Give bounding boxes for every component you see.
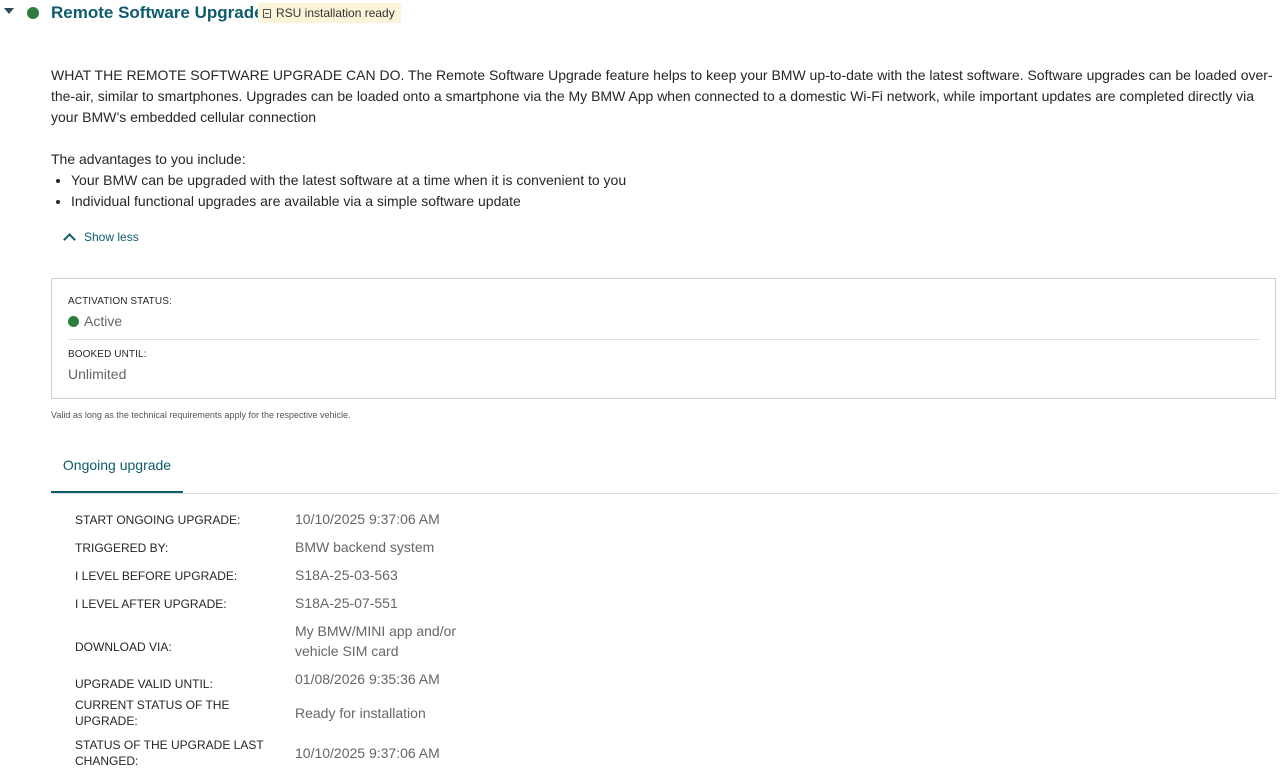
detail-value: BMW backend system bbox=[295, 539, 435, 555]
divider bbox=[68, 339, 1259, 340]
advantages-title: The advantages to you include: bbox=[51, 151, 246, 167]
detail-label: TRIGGERED BY: bbox=[75, 541, 169, 555]
list-item: Your BMW can be upgraded with the latest… bbox=[71, 170, 626, 191]
detail-value: 01/08/2026 9:35:36 AM bbox=[295, 671, 440, 687]
detail-label: CURRENT STATUS OF THE UPGRADE: bbox=[75, 698, 230, 728]
detail-value: 10/10/2025 9:37:06 AM bbox=[295, 745, 440, 761]
detail-value: S18A-25-07-551 bbox=[295, 595, 398, 611]
section-header: Remote Software Upgrade RSU installation… bbox=[0, 0, 1284, 28]
detail-label: STATUS OF THE UPGRADE LAST CHANGED: bbox=[75, 738, 264, 768]
detail-value: My BMW/MINI app and/or vehicle SIM card bbox=[295, 623, 457, 659]
tab-ongoing-upgrade[interactable]: Ongoing upgrade bbox=[51, 446, 183, 493]
status-badge-label: RSU installation ready bbox=[276, 6, 395, 20]
activation-status-label: ACTIVATION STATUS: bbox=[68, 296, 172, 307]
detail-label: I LEVEL BEFORE UPGRADE: bbox=[75, 569, 238, 583]
collapse-caret-icon[interactable] bbox=[4, 8, 14, 14]
show-less-label: Show less bbox=[84, 230, 139, 244]
detail-label: UPGRADE VALID UNTIL: bbox=[75, 677, 213, 691]
advantages-list: Your BMW can be upgraded with the latest… bbox=[51, 170, 626, 212]
chevron-up-icon bbox=[63, 232, 76, 246]
list-item: Individual functional upgrades are avail… bbox=[71, 191, 626, 212]
detail-label: START ONGOING UPGRADE: bbox=[75, 513, 241, 527]
status-dot-icon bbox=[27, 7, 39, 19]
detail-value: 10/10/2025 9:37:06 AM bbox=[295, 511, 440, 527]
install-icon bbox=[263, 8, 271, 18]
status-badge: RSU installation ready bbox=[258, 3, 401, 23]
active-dot-icon bbox=[68, 315, 79, 327]
feature-description: WHAT THE REMOTE SOFTWARE UPGRADE CAN DO.… bbox=[51, 67, 1273, 125]
page-title: Remote Software Upgrade bbox=[51, 3, 264, 22]
booked-until-value: Unlimited bbox=[68, 366, 127, 382]
activation-status-value: Active bbox=[68, 313, 122, 329]
validity-note: Valid as long as the technical requireme… bbox=[51, 410, 351, 420]
detail-value: Ready for installation bbox=[295, 705, 426, 721]
show-less-button[interactable]: Show less bbox=[63, 230, 139, 246]
detail-label: I LEVEL AFTER UPGRADE: bbox=[75, 597, 227, 611]
booked-until-label: BOOKED UNTIL: bbox=[68, 349, 147, 360]
page: Remote Software Upgrade RSU installation… bbox=[0, 0, 1284, 782]
tab-bar: Ongoing upgrade bbox=[51, 446, 1278, 494]
activation-status-card: ACTIVATION STATUS: Active BOOKED UNTIL: … bbox=[51, 278, 1276, 399]
detail-value: S18A-25-03-563 bbox=[295, 567, 398, 583]
detail-label: DOWNLOAD VIA: bbox=[75, 640, 172, 654]
activation-status-text: Active bbox=[84, 313, 123, 329]
